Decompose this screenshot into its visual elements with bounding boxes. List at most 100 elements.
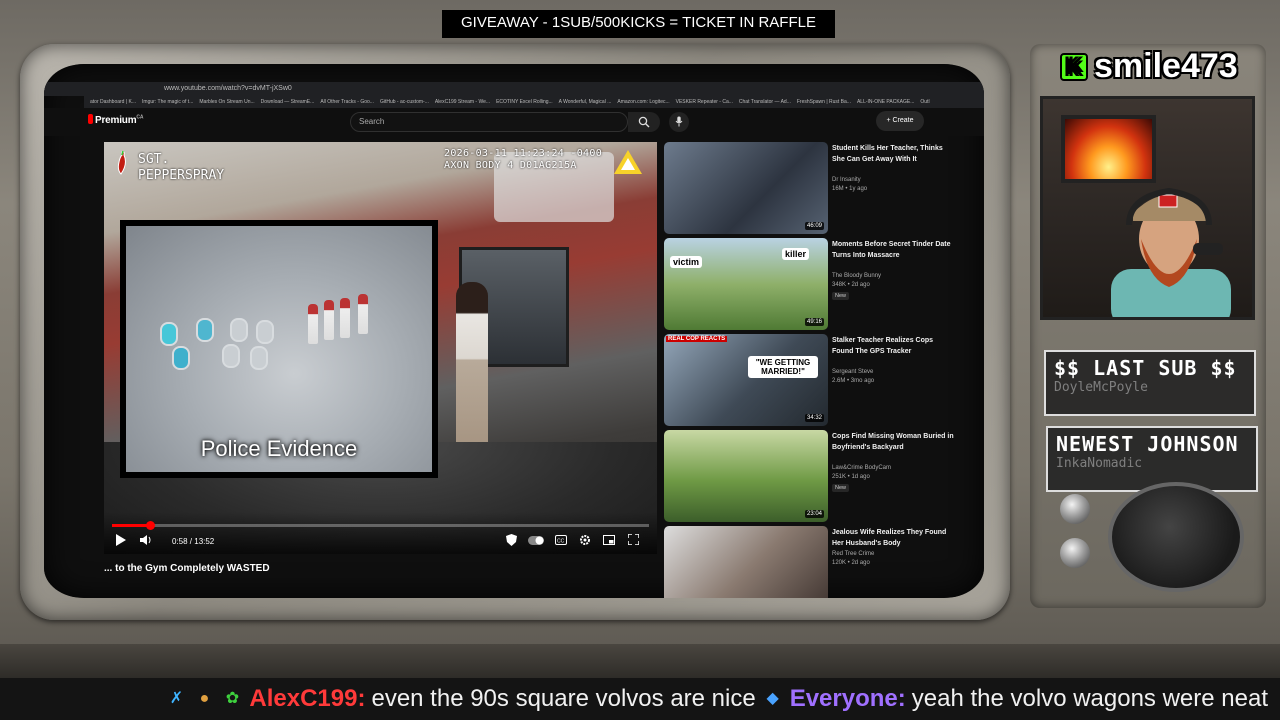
rec-thumbnail[interactable]: 46:09	[664, 142, 828, 234]
bookmark[interactable]: ator Dashboard | K...	[90, 96, 136, 108]
recommendation-item[interactable]: 23:04 Cops Find Missing Woman Buried in …	[664, 430, 964, 522]
recycle-icon: ✿	[225, 690, 240, 707]
newest-follower-panel: NEWEST JOHNSON InkaNomadic	[1046, 426, 1258, 492]
can	[250, 346, 268, 370]
bookmark[interactable]: Marbles On Stream Un...	[199, 96, 254, 108]
tv-screen: www.youtube.com/watch?v=dvMT-jXSw0 ator …	[44, 64, 984, 598]
shield-icon	[505, 534, 517, 546]
tv-knob	[1060, 494, 1090, 524]
captions-icon: CC	[555, 535, 567, 545]
progress-scrubber[interactable]	[145, 521, 155, 530]
browser-address-bar[interactable]: www.youtube.com/watch?v=dvMT-jXSw0	[44, 82, 984, 96]
bookmark[interactable]: Outl	[920, 96, 929, 108]
rec-duration: 23:04	[804, 510, 824, 518]
search-button[interactable]	[628, 112, 660, 132]
svg-text:CC: CC	[557, 539, 565, 545]
bookmark[interactable]: A Wonderful, Magical ...	[559, 96, 612, 108]
thumb-label: killer	[782, 248, 810, 260]
rec-thumbnail[interactable]: 23:04	[664, 430, 828, 522]
voice-search-button[interactable]	[669, 112, 689, 132]
last-sub-panel: $$ LAST SUB $$ DoyleMcPoyle	[1044, 350, 1256, 416]
evidence-caption: Police Evidence	[200, 436, 358, 461]
play-button[interactable]	[114, 534, 128, 550]
recommendations-list: 46:09 Student Kills Her Teacher, Thinks …	[664, 142, 964, 598]
volume-button[interactable]	[138, 534, 154, 550]
rec-thumbnail[interactable]: victim killer 49:16	[664, 238, 828, 330]
search-placeholder: Search	[359, 117, 385, 126]
bookmark[interactable]: AlexC199 Stream - We...	[435, 96, 490, 108]
rec-channel[interactable]: The Bloody Bunny	[832, 272, 954, 281]
rec-meta: 120K • 2d ago	[832, 560, 870, 566]
bookmarks-bar: ator Dashboard | K... Imgur: The magic o…	[84, 96, 984, 108]
miniplayer-button[interactable]	[602, 534, 616, 550]
youtube-logo[interactable]: PremiumCA	[88, 114, 143, 126]
settings-button[interactable]	[578, 534, 592, 550]
chat-message: even the 90s square volvos are nice	[371, 685, 756, 712]
new-badge: New	[832, 292, 850, 300]
rec-meta: 251K • 1d ago	[832, 474, 870, 480]
autoplay-toggle[interactable]	[528, 534, 544, 550]
bottle	[358, 294, 368, 334]
heart-button[interactable]	[504, 534, 518, 550]
axon-logo-icon	[614, 150, 642, 174]
video-title[interactable]: ... to the Gym Completely WASTED	[104, 563, 657, 574]
rec-thumbnail[interactable]: REAL COP REACTS "WE GETTING MARRIED!" 34…	[664, 334, 828, 426]
newest-title: NEWEST JOHNSON	[1056, 432, 1239, 456]
rec-title[interactable]: Cops Find Missing Woman Buried in Boyfri…	[832, 432, 954, 453]
rec-title[interactable]: Jealous Wife Realizes They Found Her Hus…	[832, 528, 954, 549]
gear-icon	[580, 535, 590, 545]
thumb-caption: "WE GETTING MARRIED!"	[748, 356, 818, 378]
channel-overlay: SGT. PEPPERSPRAY	[138, 152, 225, 183]
miniplayer-icon	[603, 535, 615, 545]
bookmark[interactable]: Amazon.com: Logitec...	[617, 96, 669, 108]
volume-icon	[140, 535, 151, 545]
create-button[interactable]: + Create	[876, 111, 924, 131]
captions-button[interactable]: CC	[554, 534, 568, 550]
recommendation-item[interactable]: 46:09 Student Kills Her Teacher, Thinks …	[664, 142, 964, 234]
progress-bar[interactable]	[112, 521, 649, 530]
streamer-figure	[1111, 187, 1231, 317]
bookmark[interactable]: GitHub - ac-custom-...	[380, 96, 429, 108]
evidence-photo: Police Evidence	[126, 226, 432, 472]
bodycam-timestamp: 2026-03-11 11:23:24 -0400 AXON BODY 4 D0…	[444, 148, 603, 171]
tv-knob	[1060, 538, 1090, 568]
chat-username[interactable]: Everyone:	[790, 685, 906, 713]
bottle	[308, 304, 318, 344]
rec-channel[interactable]: Dr Insanity	[832, 176, 954, 185]
bookmark[interactable]: Chat Translator — Ad...	[739, 96, 791, 108]
fullscreen-button[interactable]	[626, 533, 640, 550]
evidence-inset: Police Evidence	[120, 220, 438, 478]
rec-channel[interactable]: Law&Crime BodyCam	[832, 464, 954, 473]
recommendation-item[interactable]: Jealous Wife Realizes They Found Her Hus…	[664, 526, 964, 598]
bookmark[interactable]: Imgur: The magic of t...	[142, 96, 193, 108]
search-input[interactable]: Search	[350, 112, 628, 132]
rec-title[interactable]: Student Kills Her Teacher, Thinks She Ca…	[832, 144, 954, 165]
recommendation-item[interactable]: victim killer 49:16 Moments Before Secre…	[664, 238, 964, 330]
streamer-name: Ksmile473	[1060, 48, 1246, 84]
thumb-badge: REAL COP REACTS	[666, 336, 728, 342]
rec-thumbnail[interactable]	[664, 526, 828, 598]
video-player[interactable]: SGT. PEPPERSPRAY 2026-03-11 11:23:24 -04…	[104, 142, 657, 554]
can	[222, 344, 240, 368]
rec-duration: 46:09	[804, 222, 824, 230]
rec-title[interactable]: Moments Before Secret Tinder Date Turns …	[832, 240, 954, 261]
bookmark[interactable]: ECOTINY Excel Rolling...	[496, 96, 553, 108]
rec-channel[interactable]: Sergeant Steve	[832, 368, 954, 377]
time-display: 0:58 / 13:52	[172, 537, 215, 546]
bookmark[interactable]: All Other Tracks - Goo...	[320, 96, 374, 108]
pepper-logo-icon	[117, 150, 126, 175]
microphone-icon	[675, 116, 683, 127]
bookmark[interactable]: Download — StreamE...	[261, 96, 315, 108]
can	[230, 318, 248, 342]
bookmark[interactable]: ALL-IN-ONE PACKAGE...	[857, 96, 914, 108]
chat-username[interactable]: AlexC199:	[249, 685, 365, 713]
browser-url[interactable]: www.youtube.com/watch?v=dvMT-jXSw0	[164, 85, 292, 92]
recommendation-item[interactable]: REAL COP REACTS "WE GETTING MARRIED!" 34…	[664, 334, 964, 426]
rec-channel[interactable]: Red Tree Crime	[832, 550, 954, 559]
rec-meta: 16M • 1y ago	[832, 186, 868, 192]
burger-icon: ●	[199, 690, 210, 707]
bookmark[interactable]: VESKER Repeater - Ca...	[676, 96, 733, 108]
bookmark[interactable]: FreshSpawn | Rust Ba...	[797, 96, 851, 108]
bottle	[324, 300, 334, 340]
rec-title[interactable]: Stalker Teacher Realizes Cops Found The …	[832, 336, 954, 357]
